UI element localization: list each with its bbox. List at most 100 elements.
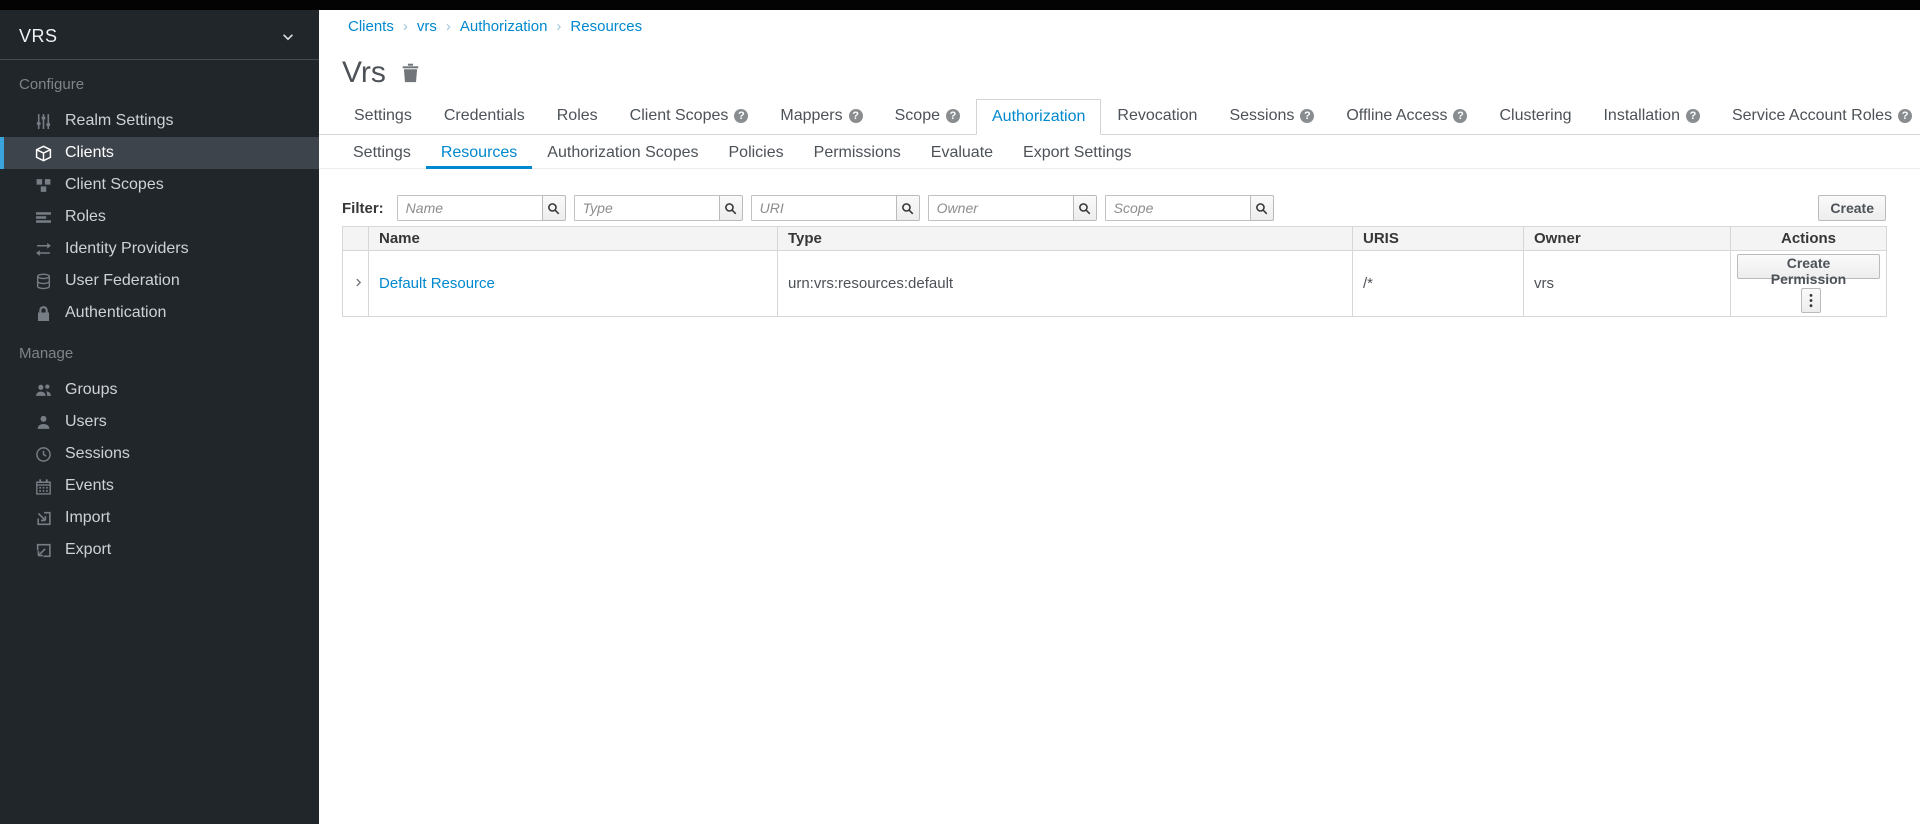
scope-filter-group — [1105, 195, 1274, 221]
tab-installation[interactable]: Installation — [1587, 99, 1716, 134]
filter-label: Filter: — [342, 200, 384, 217]
resource-name-link[interactable]: Default Resource — [379, 275, 495, 292]
sidebar-item-label: Events — [65, 477, 114, 495]
breadcrumb: Clients › vrs › Authorization › Resource… — [319, 10, 1920, 35]
sidebar-item-label: Users — [65, 413, 107, 431]
sidebar-item-groups[interactable]: Groups — [0, 374, 319, 406]
search-icon — [547, 202, 560, 215]
subtab-policies[interactable]: Policies — [714, 138, 799, 169]
sidebar-item-label: Realm Settings — [65, 112, 174, 130]
user-icon — [35, 414, 52, 431]
breadcrumb-clients[interactable]: Clients — [348, 18, 394, 35]
name-filter-input[interactable] — [397, 195, 543, 221]
sidebar-item-roles[interactable]: Roles — [0, 201, 319, 233]
sidebar-item-events[interactable]: Events — [0, 470, 319, 502]
tab-credentials[interactable]: Credentials — [428, 99, 541, 134]
name-search-button[interactable] — [542, 195, 566, 221]
tab-authorization[interactable]: Authorization — [976, 99, 1101, 135]
sidebar-item-realm-settings[interactable]: Realm Settings — [0, 105, 319, 137]
tab-sessions[interactable]: Sessions — [1213, 99, 1330, 134]
sidebar-item-authentication[interactable]: Authentication — [0, 297, 319, 329]
uri-filter-group — [751, 195, 920, 221]
help-icon — [946, 109, 960, 123]
breadcrumb-separator-icon: › — [556, 18, 561, 35]
breadcrumb-separator-icon: › — [403, 18, 408, 35]
sidebar-item-identity-providers[interactable]: Identity Providers — [0, 233, 319, 265]
export-icon — [35, 542, 52, 559]
cube-icon — [35, 145, 52, 162]
resource-owner-cell: vrs — [1524, 251, 1731, 317]
owner-filter-input[interactable] — [928, 195, 1074, 221]
tab-client-scopes[interactable]: Client Scopes — [614, 99, 765, 134]
scope-filter-input[interactable] — [1105, 195, 1251, 221]
type-filter-group — [574, 195, 743, 221]
subtab-settings[interactable]: Settings — [338, 138, 426, 169]
uri-filter-input[interactable] — [751, 195, 897, 221]
sidebar-item-label: Export — [65, 541, 111, 559]
tab-revocation[interactable]: Revocation — [1101, 99, 1213, 134]
exchange-arrows-icon — [35, 241, 52, 258]
help-icon — [849, 109, 863, 123]
breadcrumb-vrs[interactable]: vrs — [417, 18, 437, 35]
resource-type-cell: urn:vrs:resources:default — [778, 251, 1353, 317]
search-icon — [901, 202, 914, 215]
sidebar-item-label: Roles — [65, 208, 106, 226]
delete-client-trash-icon[interactable] — [401, 63, 420, 83]
subtab-permissions[interactable]: Permissions — [799, 138, 916, 169]
sidebar-item-clients[interactable]: Clients — [0, 137, 319, 169]
tab-roles[interactable]: Roles — [541, 99, 614, 134]
column-header-owner: Owner — [1524, 227, 1731, 251]
type-filter-input[interactable] — [574, 195, 720, 221]
kebab-menu-button[interactable] — [1801, 288, 1821, 313]
name-filter-group — [397, 195, 566, 221]
create-resource-button[interactable]: Create — [1818, 195, 1886, 221]
tab-scope[interactable]: Scope — [879, 99, 976, 134]
main-content: Clients › vrs › Authorization › Resource… — [319, 10, 1920, 824]
breadcrumb-authorization[interactable]: Authorization — [460, 18, 548, 35]
subtab-authorization-scopes[interactable]: Authorization Scopes — [532, 138, 713, 169]
sidebar-item-label: Identity Providers — [65, 240, 189, 258]
subtab-export-settings[interactable]: Export Settings — [1008, 138, 1147, 169]
sidebar-item-label: Clients — [65, 144, 114, 162]
tab-mappers[interactable]: Mappers — [764, 99, 878, 134]
sidebar-item-label: User Federation — [65, 272, 180, 290]
clock-icon — [35, 446, 52, 463]
sidebar-item-sessions[interactable]: Sessions — [0, 438, 319, 470]
owner-search-button[interactable] — [1073, 195, 1097, 221]
sidebar-item-client-scopes[interactable]: Client Scopes — [0, 169, 319, 201]
search-icon — [1255, 202, 1268, 215]
sidebar-item-users[interactable]: Users — [0, 406, 319, 438]
manage-nav: Groups Users Sessions Events Import — [0, 374, 319, 566]
uri-search-button[interactable] — [896, 195, 920, 221]
column-header-type: Type — [778, 227, 1353, 251]
breadcrumb-resources[interactable]: Resources — [570, 18, 642, 35]
subtab-resources[interactable]: Resources — [426, 138, 532, 169]
calendar-icon — [35, 478, 52, 495]
sidebar-item-label: Sessions — [65, 445, 130, 463]
sidebar-item-label: Groups — [65, 381, 117, 399]
sidebar-item-export[interactable]: Export — [0, 534, 319, 566]
tab-clustering[interactable]: Clustering — [1483, 99, 1587, 134]
create-permission-button[interactable]: Create Permission — [1737, 254, 1880, 279]
sidebar-item-label: Import — [65, 509, 110, 527]
tab-service-account-roles[interactable]: Service Account Roles — [1716, 99, 1920, 134]
cubes-icon — [35, 177, 52, 194]
tab-settings[interactable]: Settings — [338, 99, 428, 134]
type-search-button[interactable] — [719, 195, 743, 221]
sidebar-item-user-federation[interactable]: User Federation — [0, 265, 319, 297]
filter-toolbar: Filter: — [342, 195, 1886, 221]
subtab-evaluate[interactable]: Evaluate — [916, 138, 1008, 169]
resources-table: Name Type URIS Owner Actions Default Res… — [342, 226, 1887, 317]
tab-offline-access[interactable]: Offline Access — [1330, 99, 1483, 134]
scope-search-button[interactable] — [1250, 195, 1274, 221]
sidebar: VRS Configure Realm Settings Clients Cli… — [0, 0, 319, 824]
sliders-icon — [35, 113, 52, 130]
sidebar-item-import[interactable]: Import — [0, 502, 319, 534]
row-expand-toggle[interactable] — [343, 251, 369, 317]
angle-right-icon — [353, 277, 364, 288]
help-icon — [734, 109, 748, 123]
client-tabs: Settings Credentials Roles Client Scopes… — [319, 99, 1920, 135]
help-icon — [1453, 109, 1467, 123]
column-header-actions: Actions — [1731, 227, 1887, 251]
search-icon — [1078, 202, 1091, 215]
